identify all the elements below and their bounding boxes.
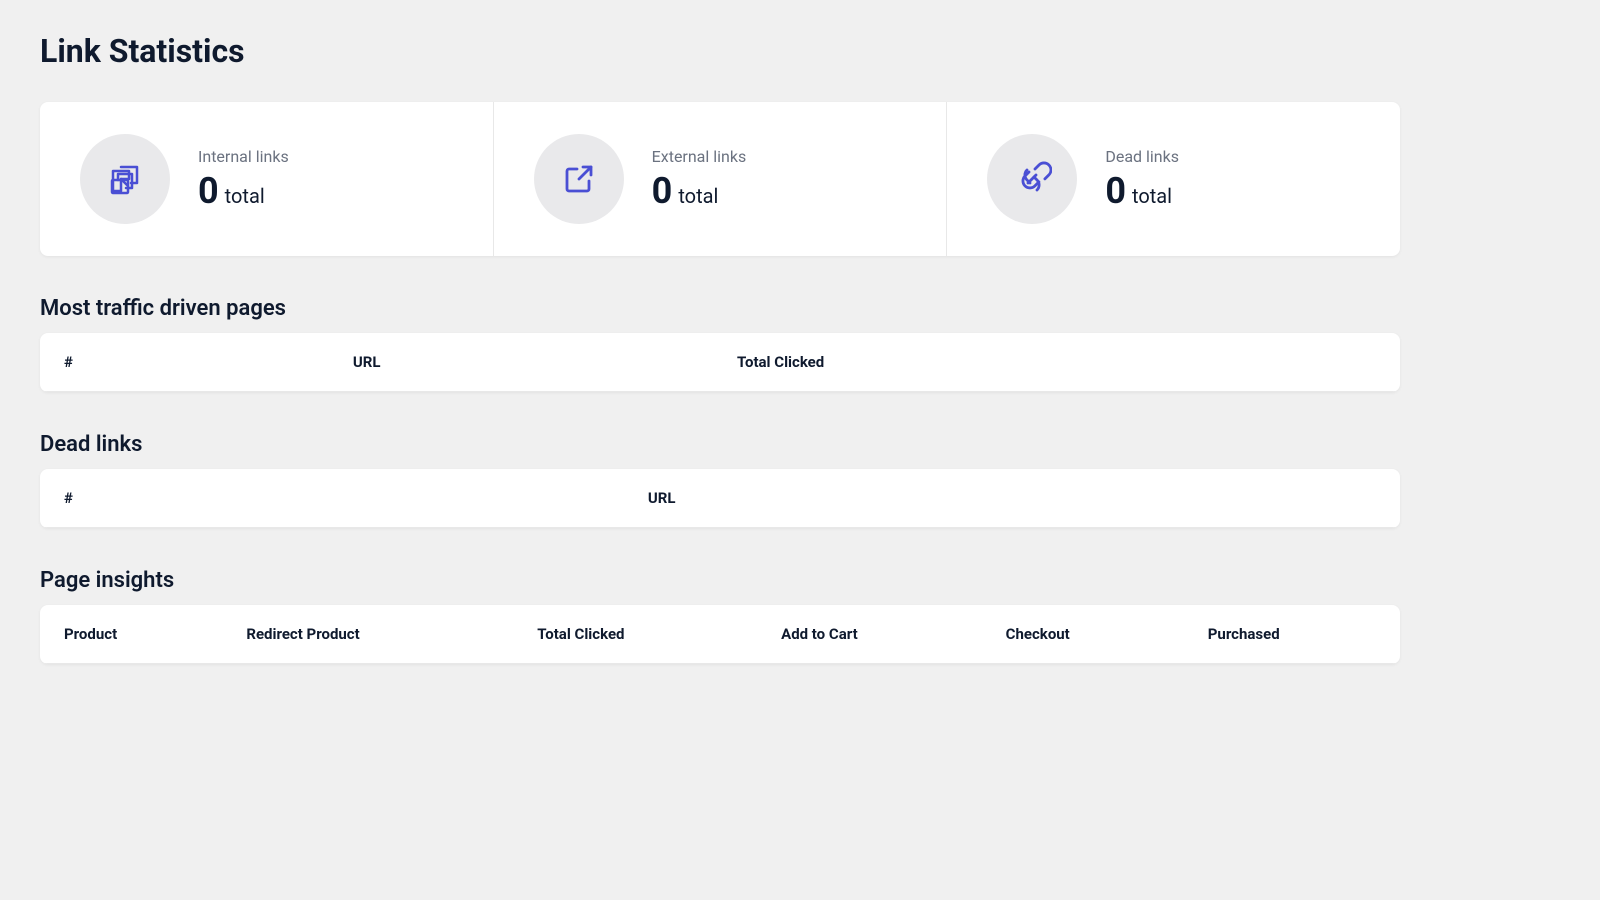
stat-card-dead: Dead links 0 total [947, 102, 1400, 256]
traffic-col-number: # [40, 333, 329, 392]
external-link-icon [559, 159, 599, 199]
insights-col-redirect: Redirect Product [222, 605, 513, 664]
insights-col-cart: Add to Cart [757, 605, 982, 664]
insights-col-purchased: Purchased [1184, 605, 1400, 664]
internal-link-info: Internal links 0 total [198, 147, 289, 212]
dead-links-header-row: # URL [40, 469, 1400, 528]
dead-links-col-url: URL [624, 469, 1400, 528]
insights-col-checkout: Checkout [982, 605, 1184, 664]
traffic-section-title: Most traffic driven pages [40, 296, 1400, 321]
dead-link-icon-circle [987, 134, 1077, 224]
page-title: Link Statistics [40, 32, 1400, 70]
internal-link-icon [105, 159, 145, 199]
insights-col-clicked: Total Clicked [513, 605, 757, 664]
dead-links-section-title: Dead links [40, 432, 1400, 457]
internal-link-icon-circle [80, 134, 170, 224]
dead-links-table-container: # URL [40, 469, 1400, 528]
insights-section-title: Page insights [40, 568, 1400, 593]
stats-row: Internal links 0 total External links 0 [40, 102, 1400, 256]
traffic-table-header-row: # URL Total Clicked [40, 333, 1400, 392]
page-container: Link Statistics Internal links 0 total [0, 0, 1440, 736]
traffic-table-container: # URL Total Clicked [40, 333, 1400, 392]
dead-link-info: Dead links 0 total [1105, 147, 1179, 212]
stat-card-external: External links 0 total [494, 102, 948, 256]
dead-link-value: 0 total [1105, 170, 1179, 212]
external-link-label: External links [652, 147, 747, 166]
insights-col-product: Product [40, 605, 222, 664]
insights-header-row: Product Redirect Product Total Clicked A… [40, 605, 1400, 664]
traffic-table: # URL Total Clicked [40, 333, 1400, 392]
dead-links-table: # URL [40, 469, 1400, 528]
external-link-info: External links 0 total [652, 147, 747, 212]
traffic-col-clicked: Total Clicked [713, 333, 1400, 392]
stat-card-internal: Internal links 0 total [40, 102, 494, 256]
internal-link-value: 0 total [198, 170, 289, 212]
traffic-col-url: URL [329, 333, 713, 392]
dead-links-col-number: # [40, 469, 624, 528]
external-link-value: 0 total [652, 170, 747, 212]
dead-link-label: Dead links [1105, 147, 1179, 166]
insights-table-container: Product Redirect Product Total Clicked A… [40, 605, 1400, 664]
internal-link-label: Internal links [198, 147, 289, 166]
external-link-icon-circle [534, 134, 624, 224]
insights-table: Product Redirect Product Total Clicked A… [40, 605, 1400, 664]
dead-link-icon [1012, 159, 1052, 199]
